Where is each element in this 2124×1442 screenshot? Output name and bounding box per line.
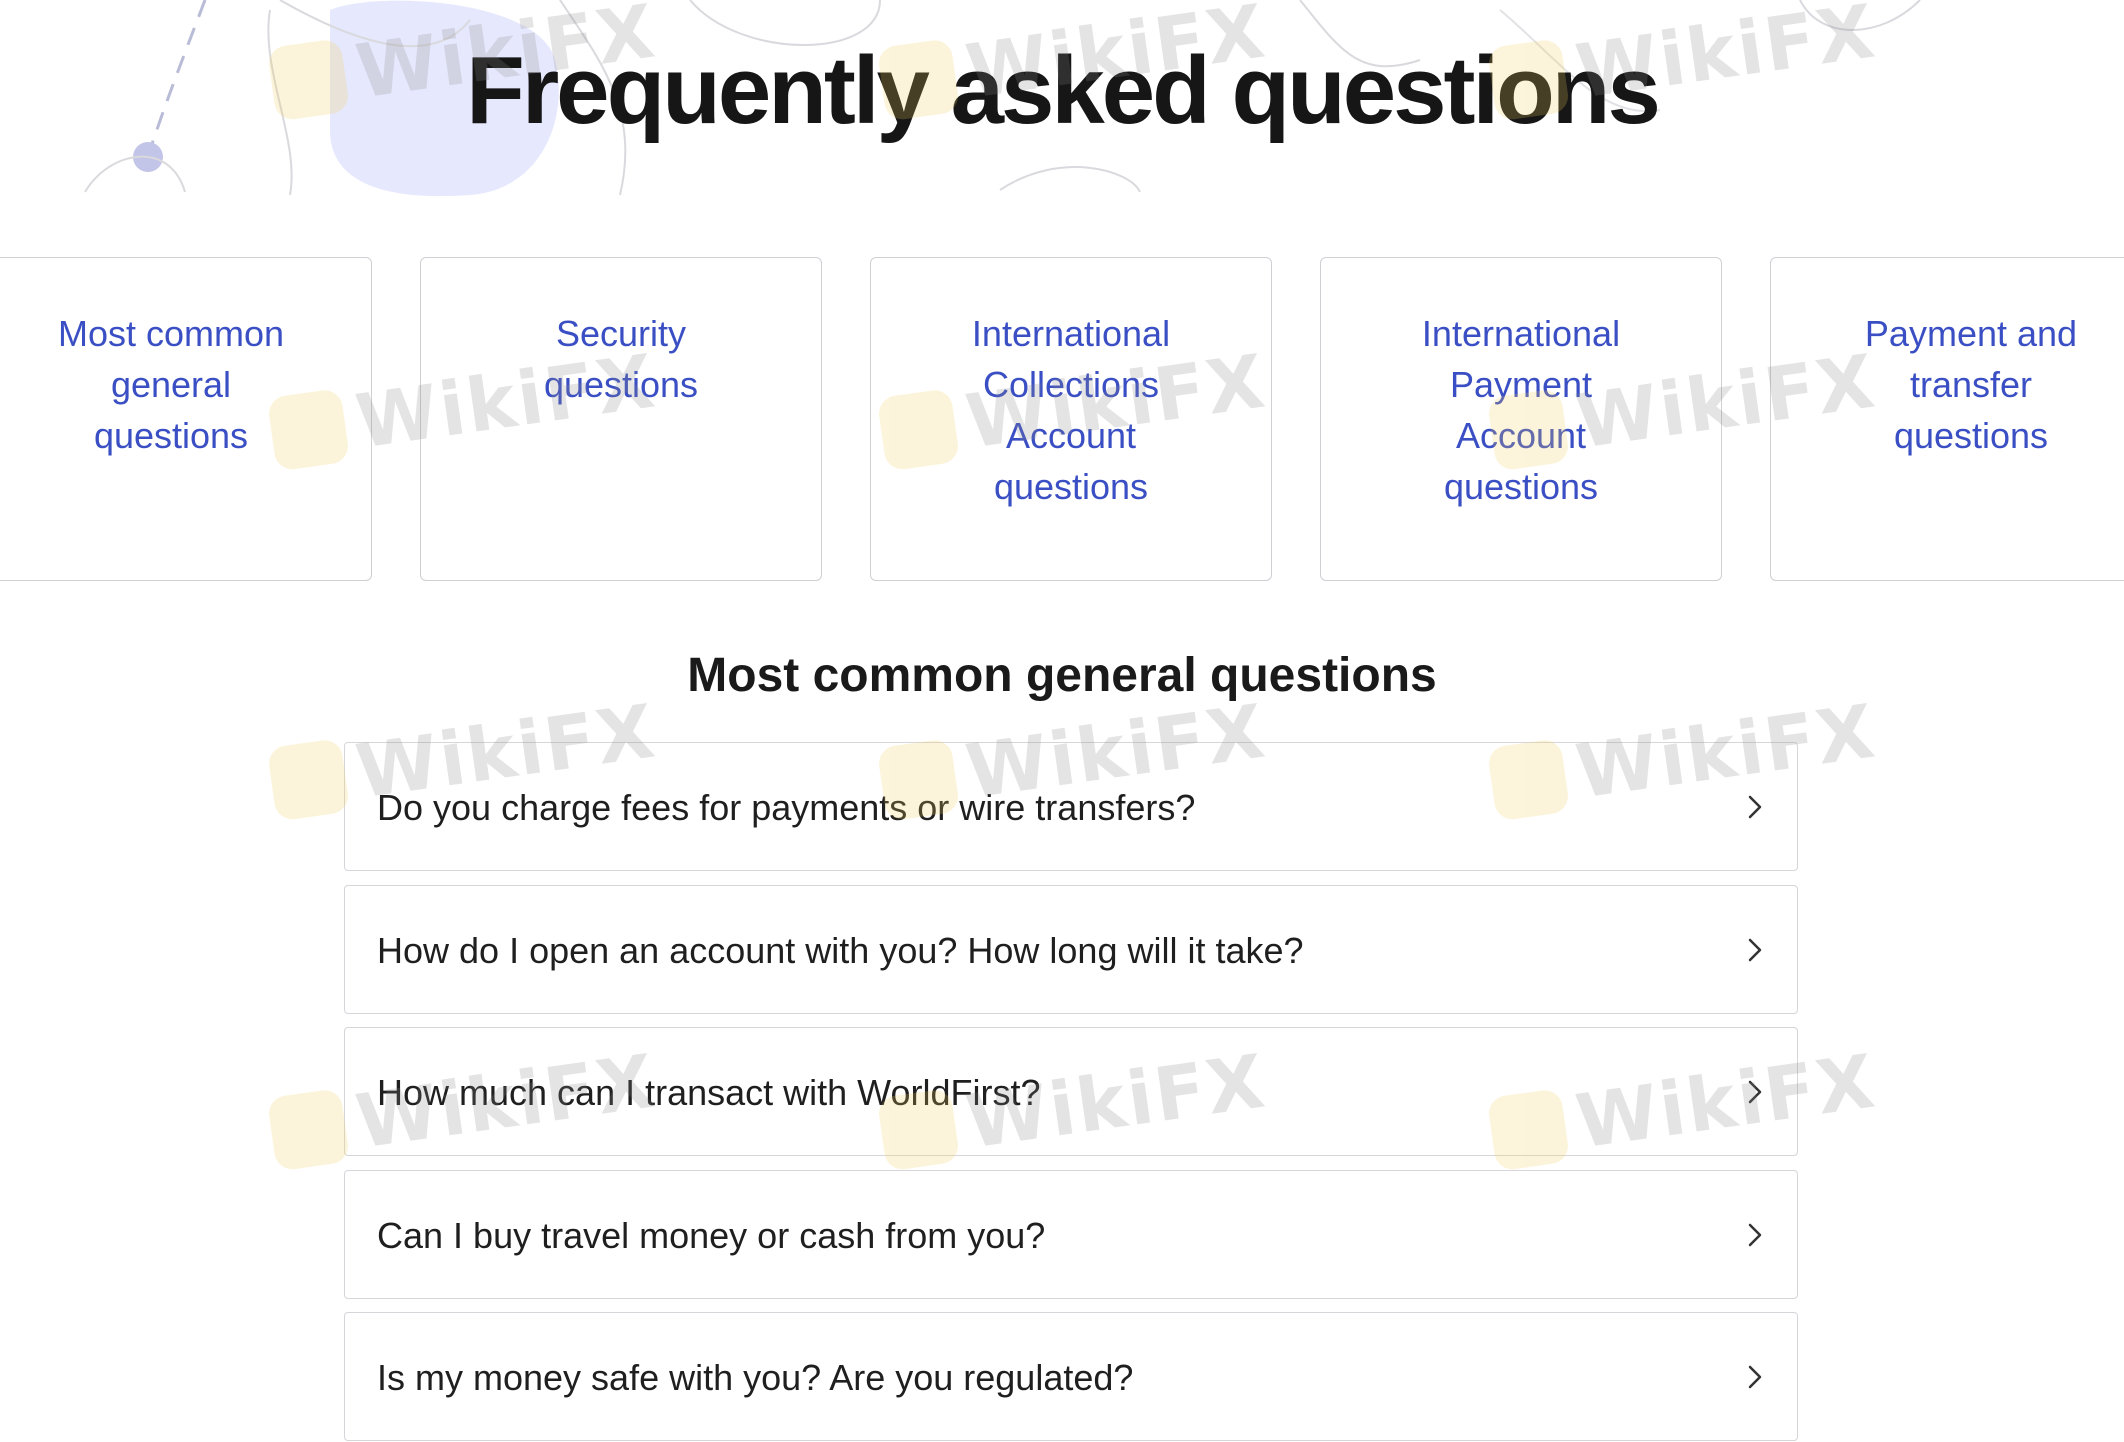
category-card-security[interactable]: Security questions xyxy=(420,257,822,581)
faq-question: Can I buy travel money or cash from you? xyxy=(377,1215,1046,1256)
chevron-right-icon xyxy=(1748,795,1762,818)
category-card-general[interactable]: Most common general questions xyxy=(0,257,372,581)
faq-item-transact-limit[interactable]: How much can I transact with WorldFirst? xyxy=(344,1027,1798,1156)
category-label: Security questions xyxy=(543,313,699,405)
wikifx-logo-icon xyxy=(266,1088,351,1172)
page-title: Frequently asked questions xyxy=(466,37,1661,144)
chevron-right-icon xyxy=(1748,1080,1762,1103)
section-title: Most common general questions xyxy=(687,649,1437,702)
faq-item-open-account[interactable]: How do I open an account with you? How l… xyxy=(344,885,1798,1014)
faq-item-regulated[interactable]: Is my money safe with you? Are you regul… xyxy=(344,1312,1798,1441)
category-label: Payment and transfer questions xyxy=(1864,313,2078,456)
faq-question: How much can I transact with WorldFirst? xyxy=(377,1072,1041,1113)
category-card-payment-transfer[interactable]: Payment and transfer questions xyxy=(1770,257,2124,581)
faq-item-travel-money[interactable]: Can I buy travel money or cash from you? xyxy=(344,1170,1798,1299)
chevron-right-icon xyxy=(1748,1223,1762,1246)
category-card-payment-account[interactable]: International Payment Account questions xyxy=(1320,257,1722,581)
category-card-collections[interactable]: International Collections Account questi… xyxy=(870,257,1272,581)
chevron-right-icon xyxy=(1748,1365,1762,1388)
faq-question: Is my money safe with you? Are you regul… xyxy=(377,1357,1134,1398)
wikifx-logo-icon xyxy=(266,738,351,822)
category-label: Most common general questions xyxy=(57,313,285,456)
faq-question: How do I open an account with you? How l… xyxy=(377,930,1304,971)
category-label: International Payment Account questions xyxy=(1421,313,1621,507)
chevron-right-icon xyxy=(1748,938,1762,961)
faq-question: Do you charge fees for payments or wire … xyxy=(377,787,1196,828)
faq-item-fees[interactable]: Do you charge fees for payments or wire … xyxy=(344,742,1798,871)
category-label: International Collections Account questi… xyxy=(971,313,1171,507)
